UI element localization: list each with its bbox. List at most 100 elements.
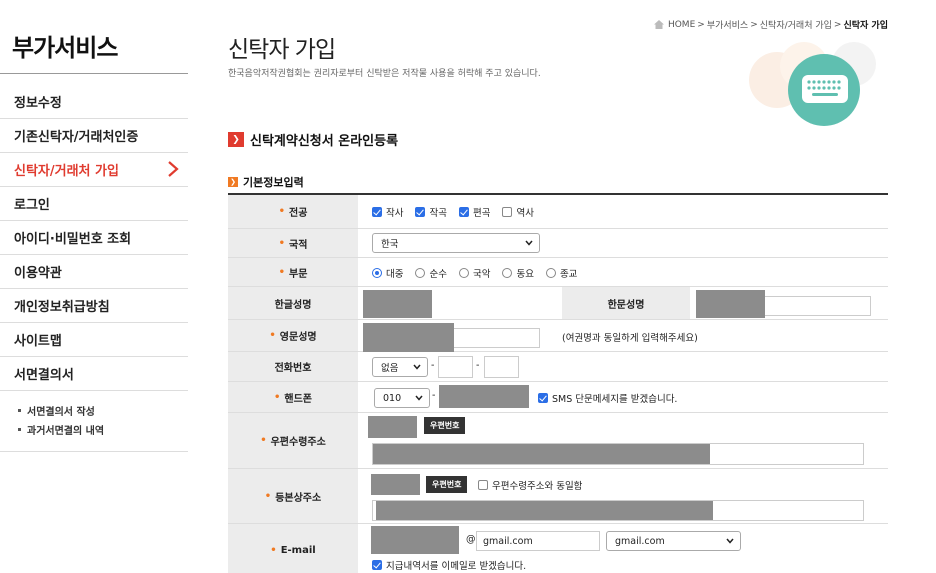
checkbox[interactable]: [415, 207, 426, 217]
form-row-names: 한글성명 한문성명: [228, 287, 888, 320]
category-radio-pop[interactable]: 대중: [372, 266, 403, 280]
nationality-value: 한국: [381, 239, 399, 250]
form-row-registered-address: • 등본상주소 우편번호 우편수령주소와 동일함: [228, 469, 888, 524]
postcode-search-button[interactable]: 우편번호: [426, 476, 468, 493]
mobile-number-redacted: [439, 385, 529, 408]
sidebar-item-resolution[interactable]: 서면결의서: [0, 357, 188, 391]
subsection-title: 기본정보입력: [243, 176, 304, 189]
chevron-right-icon: [168, 161, 179, 177]
sidebar-menu: 정보수정 기존신탁자/거래처인증 신탁자/거래처 가입 로그인 아이디·비밀번호…: [0, 85, 188, 452]
email-domain-value: gmail.com: [483, 535, 533, 547]
form-row-genre: • 전공 작사 작곡 편곡 역사: [228, 195, 888, 229]
sidebar-item-sitemap[interactable]: 사이트맵: [0, 323, 188, 357]
breadcrumb-separator: >: [750, 19, 758, 30]
radio[interactable]: [502, 267, 513, 278]
sidebar-subitem-history[interactable]: 과거서면결의 내역: [18, 420, 188, 439]
sidebar-item-find-id[interactable]: 아이디·비밀번호 조회: [0, 221, 188, 255]
email-domain-select-value: gmail.com: [615, 535, 665, 547]
hanja-name-label-text: 한문성명: [607, 299, 645, 311]
sidebar-item-label: 정보수정: [14, 96, 62, 111]
required-mark: •: [270, 544, 277, 556]
radio[interactable]: [545, 267, 556, 278]
radio[interactable]: [415, 267, 426, 278]
option-label: 작사: [386, 208, 404, 219]
required-mark: •: [278, 237, 285, 249]
sidebar-subitem-write[interactable]: 서면결의서 작성: [18, 401, 188, 420]
sidebar-item-edit-info[interactable]: 정보수정: [0, 85, 188, 119]
category-radio-korean[interactable]: 국악: [458, 266, 490, 280]
radio[interactable]: [458, 267, 469, 278]
genre-checkbox-arrange[interactable]: 편곡: [458, 205, 490, 219]
required-mark: •: [278, 206, 285, 217]
checkbox[interactable]: [372, 560, 382, 570]
phone-dash: -: [431, 360, 435, 371]
mobile-dash: -: [432, 390, 436, 401]
korean-name-redacted: [363, 290, 432, 318]
sidebar-subitem-label: 과거서면결의 내역: [27, 426, 105, 437]
category-radio-pure[interactable]: 순수: [415, 266, 447, 280]
required-mark: •: [273, 391, 281, 403]
english-name-label-text: 영문성명: [279, 332, 317, 343]
checkbox[interactable]: [372, 207, 382, 217]
registered-address-redacted: [376, 501, 713, 520]
chevron-down-icon: [726, 538, 734, 544]
email-statement-checkbox[interactable]: 지급내역서를 이메일로 받겠습니다.: [372, 558, 526, 572]
hanja-name-label: 한문성명: [562, 287, 690, 319]
sms-consent-checkbox[interactable]: SMS 단문메세지를 받겠습니다.: [538, 391, 677, 405]
sidebar-item-label: 사이트맵: [14, 334, 62, 349]
phone-dash: -: [476, 360, 480, 371]
sidebar-item-label: 서면결의서: [14, 368, 74, 383]
genre-label-text: 전공: [289, 208, 308, 219]
category-radio-religion[interactable]: 종교: [545, 266, 577, 280]
page-title: 신탁자 가입: [228, 37, 336, 63]
chevron-right-icon: ❯: [228, 177, 238, 187]
sidebar-item-label: 이용약관: [14, 266, 62, 281]
english-name-label: • 영문성명: [228, 320, 358, 351]
mobile-prefix-select[interactable]: 010: [374, 388, 430, 408]
category-label: • 부문: [228, 258, 358, 286]
category-radio-children[interactable]: 동요: [502, 266, 534, 280]
form-row-email: • E-mail @ gmail.com gmail.com 지급내역서를 이메일…: [228, 524, 888, 573]
sidebar-title: 부가서비스: [12, 34, 118, 62]
registered-address-label: • 등본상주소: [228, 469, 358, 523]
breadcrumb-separator: >: [697, 19, 705, 30]
email-id-redacted: [371, 526, 459, 554]
nationality-select[interactable]: 한국: [372, 233, 540, 253]
same-address-checkbox[interactable]: 우편수령주소와 동일함: [478, 478, 582, 492]
genre-checkbox-translate[interactable]: 역사: [502, 205, 534, 219]
chevron-down-icon: [413, 364, 421, 370]
section-title: 신탁계약신청서 온라인등록: [250, 134, 399, 149]
sidebar-item-label: 로그인: [14, 198, 50, 213]
sidebar-item-signup[interactable]: 신탁자/거래처 가입: [0, 153, 188, 187]
sidebar-divider: [0, 73, 188, 74]
genre-checkbox-compose[interactable]: 작곡: [415, 205, 447, 219]
english-name-redacted: [363, 323, 454, 352]
checkbox[interactable]: [478, 480, 488, 490]
phone-middle-input[interactable]: [438, 356, 473, 378]
sidebar-item-terms[interactable]: 이용약관: [0, 255, 188, 289]
postcode-search-button[interactable]: 우편번호: [424, 417, 466, 434]
radio[interactable]: [372, 267, 382, 278]
bullet-icon: [18, 428, 21, 431]
email-statement-label: 지급내역서를 이메일로 받겠습니다.: [386, 561, 527, 572]
genre-checkbox-lyrics[interactable]: 작사: [372, 205, 403, 219]
option-label: 작곡: [429, 208, 447, 219]
hanja-name-redacted: [696, 290, 765, 318]
form-row-mail-address: • 우편수령주소 우편번호: [228, 413, 888, 469]
phone-prefix-select[interactable]: 없음: [372, 357, 428, 377]
checkbox[interactable]: [458, 207, 469, 217]
chevron-down-icon: [525, 240, 533, 246]
email-domain-input[interactable]: gmail.com: [476, 531, 600, 551]
checkbox[interactable]: [538, 393, 548, 403]
subsection-heading: ❯ 기본정보입력: [228, 174, 304, 190]
checkbox[interactable]: [502, 207, 513, 217]
chevron-right-icon: ❯: [228, 132, 244, 147]
genre-label: • 전공: [228, 195, 358, 228]
phone-last-input[interactable]: [484, 356, 519, 378]
sidebar-item-login[interactable]: 로그인: [0, 187, 188, 221]
sidebar-item-privacy[interactable]: 개인정보취급방침: [0, 289, 188, 323]
breadcrumb-home[interactable]: HOME: [668, 20, 695, 30]
basic-info-form: • 전공 작사 작곡 편곡 역사 • 국적 한국 • 부문 대중 순수 국악 동요 종…: [228, 193, 888, 573]
email-domain-select[interactable]: gmail.com: [606, 531, 741, 551]
sidebar-item-existing-auth[interactable]: 기존신탁자/거래처인증: [0, 119, 188, 153]
